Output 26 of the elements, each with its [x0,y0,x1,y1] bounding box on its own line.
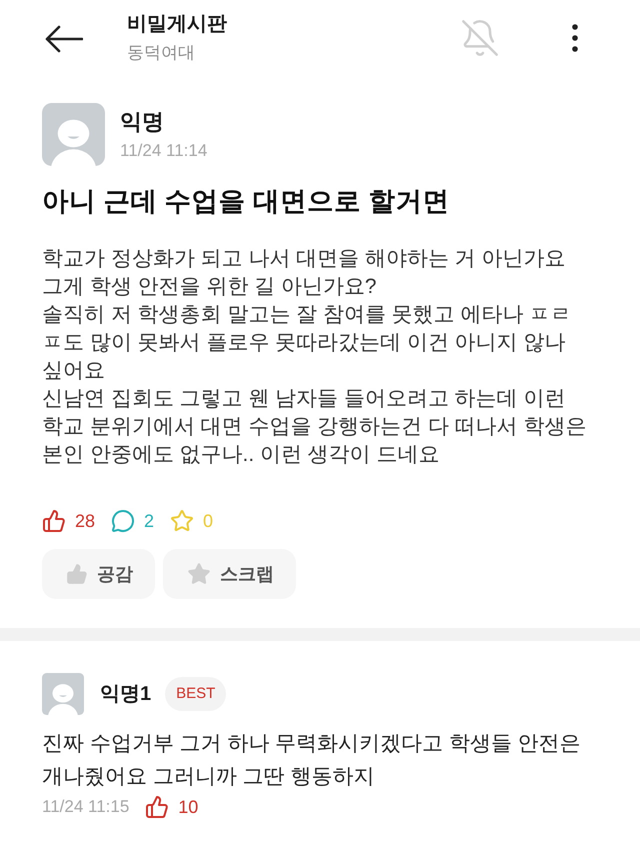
author-name: 익명 [120,108,165,136]
comment-count: 2 [144,510,154,533]
post-time: 11/24 11:14 [120,140,208,162]
commenter-name: 익명1 [100,682,152,707]
empathy-button[interactable]: 공감 [42,549,155,599]
board-title: 비밀게시판 [127,12,228,37]
speech-bubble-icon [111,509,136,533]
scrap-button[interactable]: 스크랩 [163,549,296,599]
comment-text: 진짜 수업거부 그거 하나 무력화시키겠다고 학생들 안전은 개나줬어요 그러니까 그딴 행동하지 [42,731,582,790]
scrap-count: 0 [203,510,214,533]
thumbs-up-icon [66,563,88,585]
best-badge: BEST [165,677,226,711]
avatar-placeholder [42,673,84,715]
thumbs-up-icon [42,509,66,533]
post-body: 학교가 정상화가 되고 나서 대면을 해야하는 거 아닌가요 그게 학생 안전을 위한 길 아닌가요? 솔직히 저 학생총회 말고는 잘 참여를 못했고 에타나 ㅍㄹ ㅍ도 많이 못봐서 플로우 못따라갔는데 이건 아니지 않나 싶어요 신남연 집회도 그렇고 웬 남자들 들어오려고 하는데 이런 학교 분위기에서 대면 수업을 강행하는건 다 떠나서 학생은 본인 안중에도 없구나.. 이런 생각이 드네요 [42,246,588,468]
back-arrow-icon[interactable] [45,25,83,53]
star-icon [170,509,194,533]
like-count: 10 [178,796,198,819]
board-subtitle: 동덕여대 [127,42,196,64]
like-count: 28 [75,510,96,533]
thumbs-up-icon [145,795,170,819]
star-icon [187,562,211,586]
more-options-icon[interactable] [572,24,578,52]
avatar-placeholder [42,103,105,166]
post-title: 아니 근데 수업을 대면으로 할거면 [42,185,450,218]
comment-time: 11/24 11:15 [42,796,130,818]
